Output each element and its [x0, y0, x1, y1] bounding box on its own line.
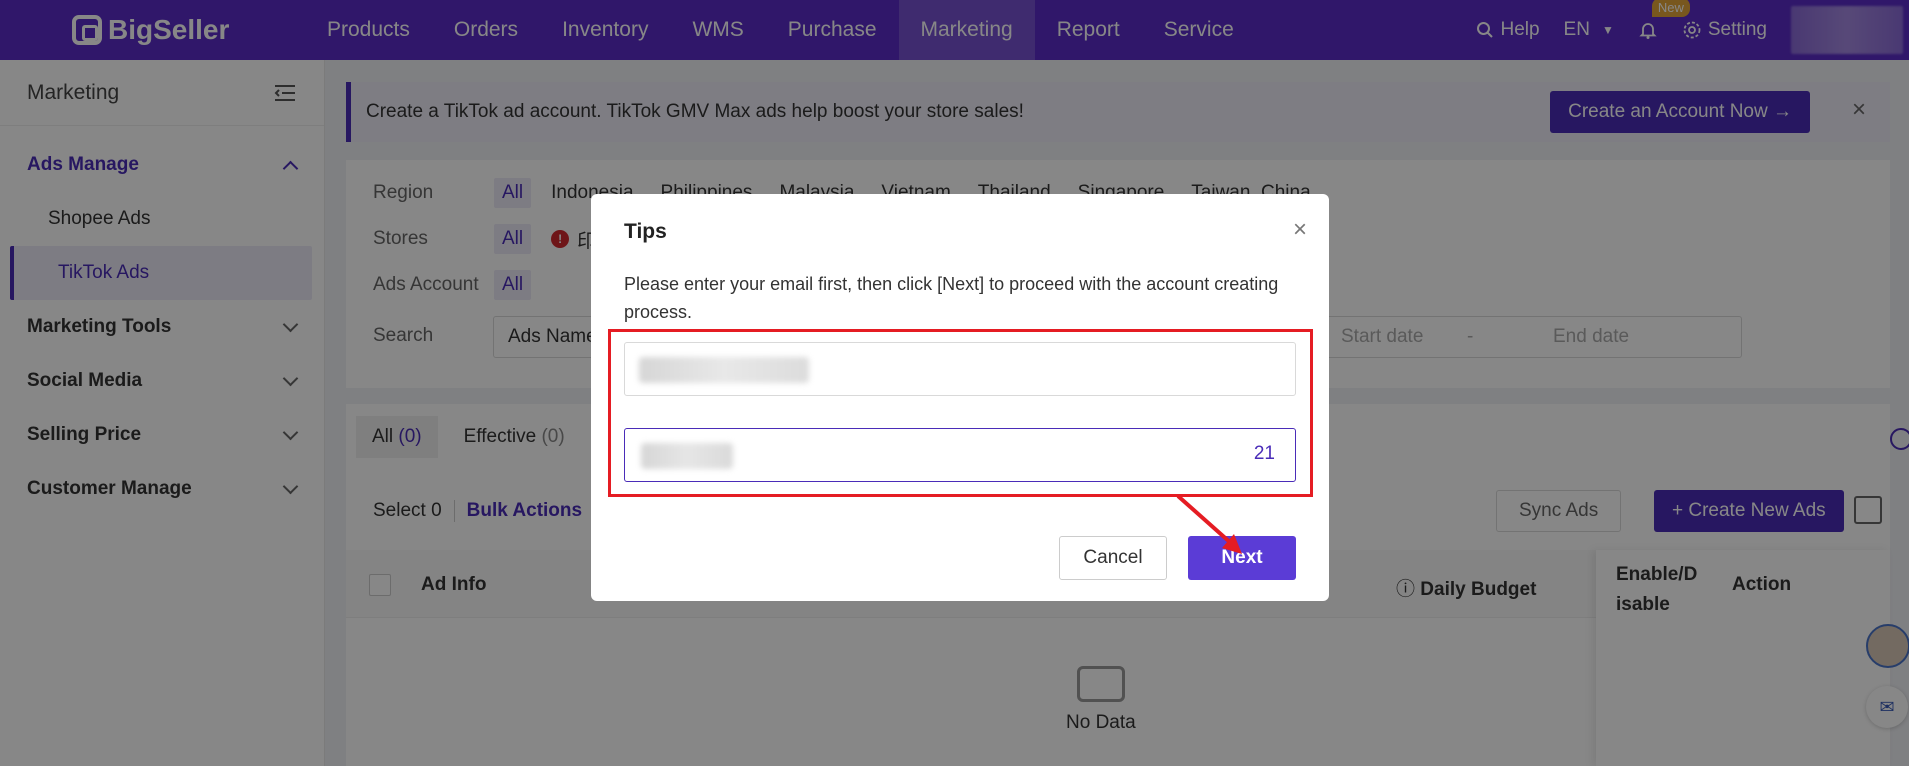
dialog-description: Please enter your email first, then clic… — [624, 274, 1279, 322]
resend-countdown[interactable]: 21 — [1254, 443, 1275, 465]
dialog-title: Tips — [624, 220, 667, 243]
redacted-code-value — [641, 443, 733, 469]
cancel-button[interactable]: Cancel — [1059, 536, 1167, 580]
email-field[interactable] — [624, 342, 1296, 396]
redacted-email-value — [639, 357, 809, 383]
pointer-arrow-icon — [1176, 494, 1242, 554]
verification-code-field[interactable]: 21 — [624, 428, 1296, 482]
close-icon[interactable]: × — [1293, 216, 1307, 244]
